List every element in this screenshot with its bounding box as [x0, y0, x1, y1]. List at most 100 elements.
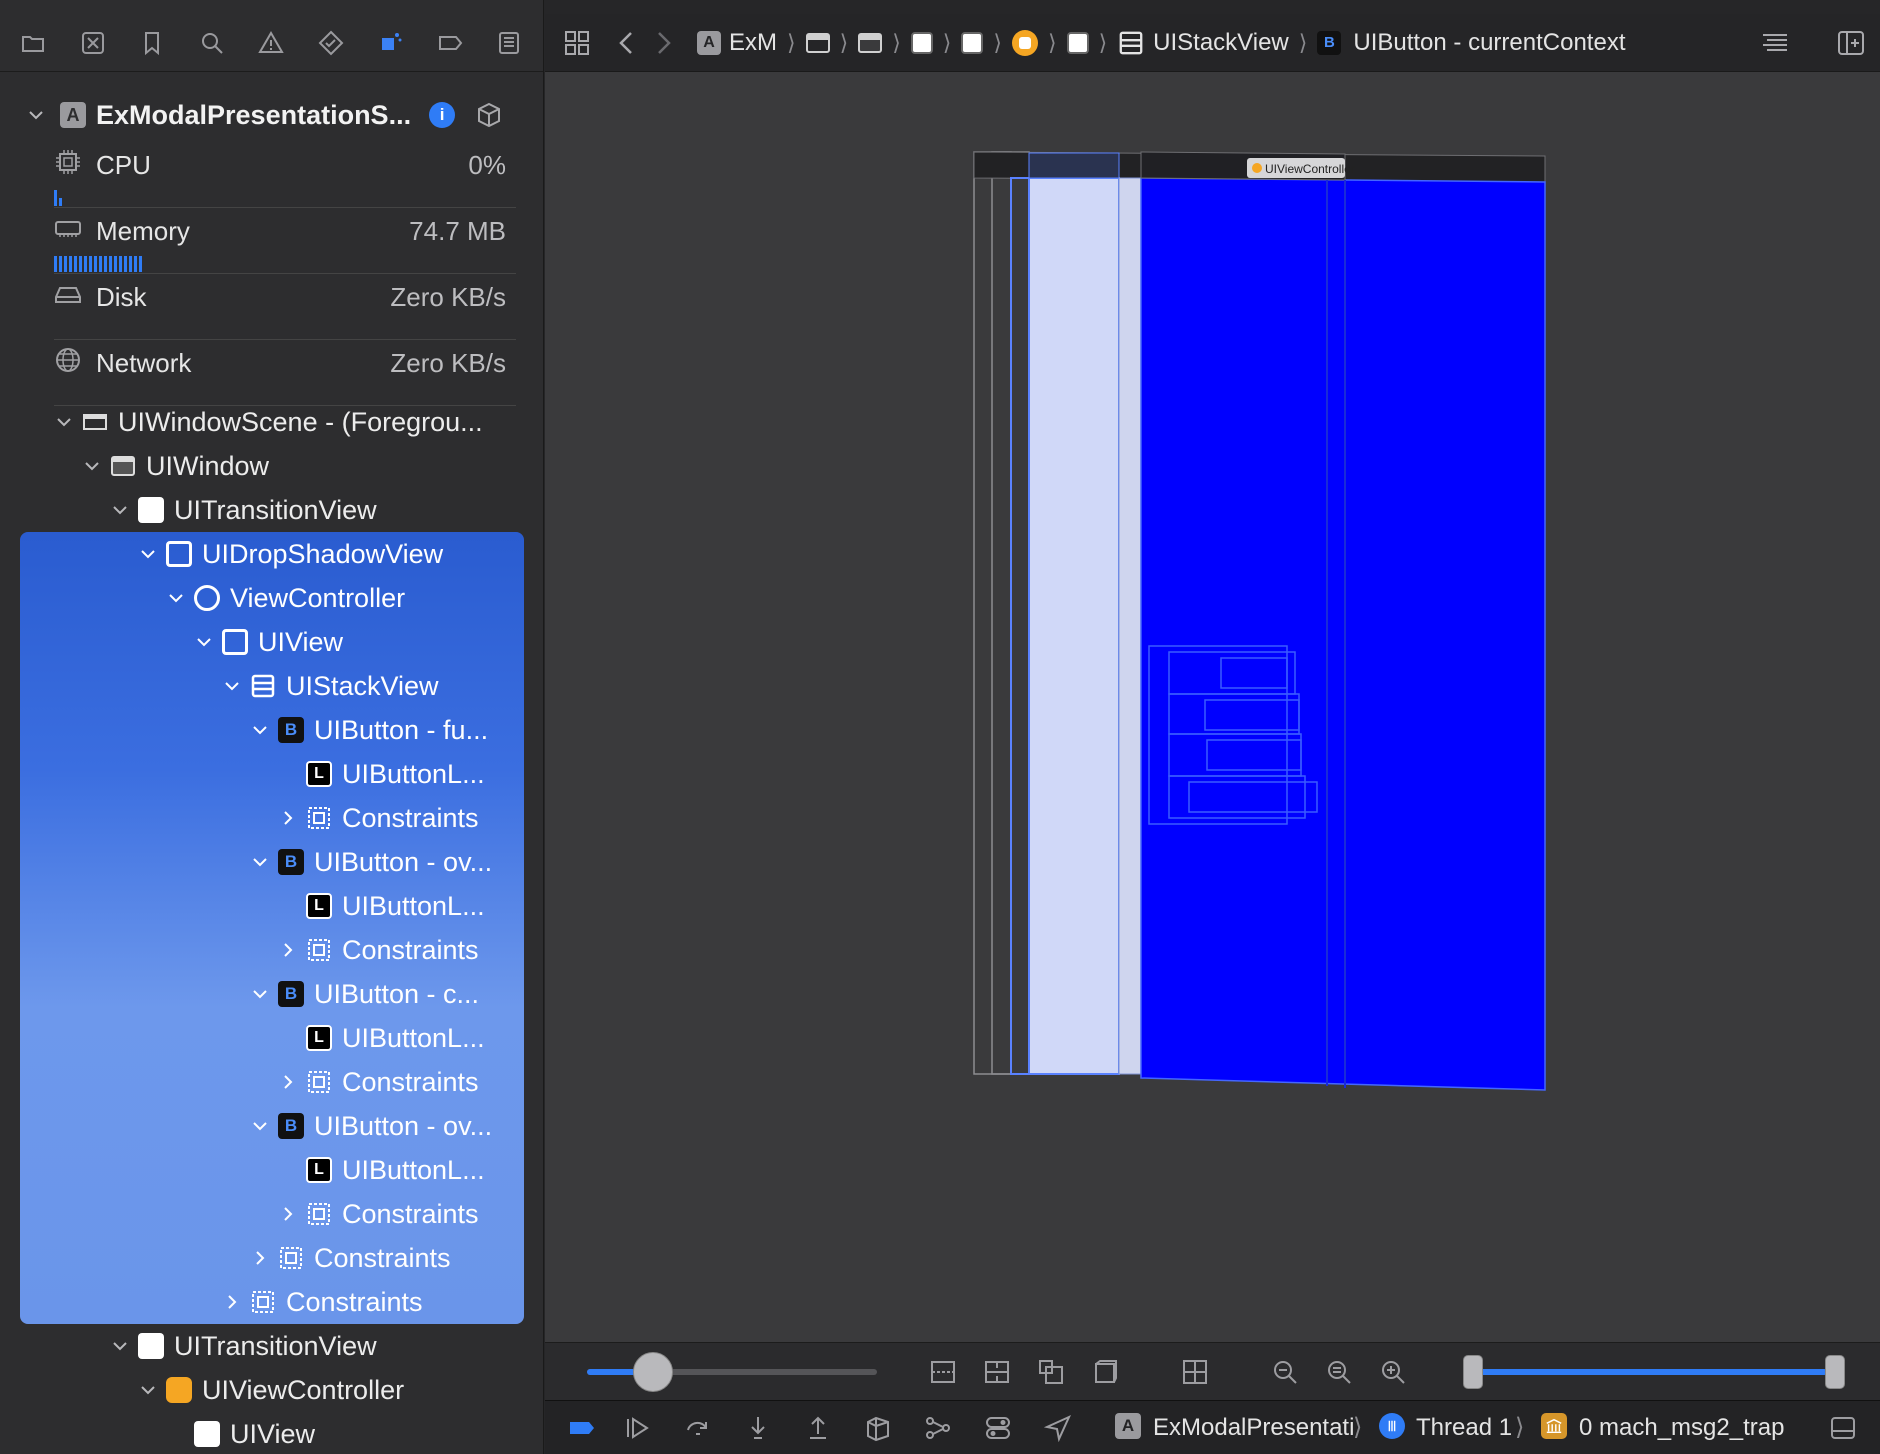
tree-row[interactable]: L UIButtonL...	[278, 884, 485, 928]
chevron-down-icon[interactable]	[222, 676, 242, 696]
chevron-down-icon[interactable]	[250, 852, 270, 872]
chevron-right-icon[interactable]	[278, 940, 298, 960]
perspective-icon[interactable]	[1090, 1357, 1120, 1387]
editor-options-icon[interactable]	[1761, 29, 1789, 57]
folder-icon[interactable]	[18, 28, 48, 58]
chevron-down-icon[interactable]	[82, 456, 102, 476]
add-editor-icon[interactable]	[1837, 29, 1865, 57]
chevron-right-icon[interactable]	[222, 1292, 242, 1312]
view-hierarchy-canvas[interactable]: UIViewController	[545, 72, 1880, 1342]
crumb-drop-shadow-view[interactable]	[961, 31, 984, 54]
chevron-down-icon[interactable]	[250, 984, 270, 1004]
tree-row[interactable]: Constraints	[278, 1060, 479, 1104]
memory-gauge[interactable]: Memory 74.7 MB	[54, 208, 516, 274]
memory-graph-icon[interactable]	[923, 1413, 953, 1443]
tree-row[interactable]: Constraints	[222, 1280, 423, 1324]
back-icon[interactable]	[613, 29, 641, 57]
tree-row[interactable]: B UIButton - c...	[250, 972, 479, 1016]
tree-row[interactable]: UIDropShadowView	[138, 532, 443, 576]
crumb-view-controller[interactable]	[1011, 29, 1038, 56]
forward-icon[interactable]	[649, 29, 677, 57]
chevron-down-icon[interactable]	[138, 1380, 158, 1400]
front-view-icon[interactable]	[1180, 1357, 1210, 1387]
tree-row[interactable]: L UIButtonL...	[278, 752, 485, 796]
continue-icon[interactable]	[623, 1413, 653, 1443]
exploded-view-render[interactable]: UIViewController	[545, 72, 1880, 1342]
range-slider-max-handle[interactable]	[1825, 1355, 1845, 1389]
tree-row[interactable]: UIWindowScene - (Foregrou...	[54, 400, 483, 444]
grid-icon[interactable]	[563, 29, 591, 57]
crumb-scene[interactable]	[805, 32, 830, 53]
tree-row[interactable]: B UIButton - ov...	[250, 1104, 492, 1148]
chevron-down-icon[interactable]	[194, 632, 214, 652]
tree-row[interactable]: UITransitionView	[110, 1324, 377, 1368]
network-gauge[interactable]: Network Zero KB/s	[54, 340, 516, 406]
bookmark-icon[interactable]	[137, 28, 167, 58]
chevron-right-icon[interactable]	[278, 1204, 298, 1224]
tree-row[interactable]: UIView	[166, 1412, 315, 1454]
breakpoints-toggle-icon[interactable]	[567, 1413, 597, 1443]
test-diamond-icon[interactable]	[316, 28, 346, 58]
chevron-down-icon[interactable]	[250, 1116, 270, 1136]
tree-row[interactable]: L UIButtonL...	[278, 1016, 485, 1060]
crumb-transition-view[interactable]	[910, 31, 933, 54]
chevron-down-icon[interactable]	[250, 720, 270, 740]
constraints-toggle-icon[interactable]	[982, 1357, 1012, 1387]
tree-row[interactable]: L UIButtonL...	[278, 1148, 485, 1192]
cpu-gauge[interactable]: CPU 0%	[54, 142, 516, 208]
tree-row[interactable]: UIViewController	[138, 1368, 404, 1412]
spacing-slider-knob[interactable]	[633, 1352, 673, 1392]
chevron-right-icon[interactable]	[278, 1072, 298, 1092]
tree-row[interactable]: Constraints	[278, 1192, 479, 1236]
info-icon[interactable]: i	[429, 102, 456, 128]
clipped-content-icon[interactable]	[928, 1357, 958, 1387]
debug-target[interactable]: ExModalPresentati	[1153, 1414, 1354, 1442]
hide-debug-area-icon[interactable]	[1828, 1413, 1858, 1443]
chevron-down-icon[interactable]	[138, 544, 158, 564]
crumb-button[interactable]: B UIButton - currentContext	[1317, 29, 1625, 57]
tree-row[interactable]: UIView	[194, 620, 343, 664]
tree-row[interactable]: Constraints	[250, 1236, 451, 1280]
view-hierarchy-icon[interactable]	[863, 1413, 893, 1443]
crumb-view[interactable]	[1066, 31, 1089, 54]
tree-row[interactable]: UIWindow	[82, 444, 269, 488]
crumb-stack-view[interactable]: UIStackView	[1117, 29, 1289, 57]
step-out-icon[interactable]	[803, 1413, 833, 1443]
process-row[interactable]: A ExModalPresentationS... i	[0, 92, 543, 138]
tree-row[interactable]: Constraints	[278, 928, 479, 972]
chevron-down-icon[interactable]	[110, 500, 130, 520]
range-slider-min-handle[interactable]	[1463, 1355, 1483, 1389]
warning-icon[interactable]	[256, 28, 286, 58]
tree-row[interactable]: ViewController	[166, 576, 405, 620]
search-icon[interactable]	[197, 28, 227, 58]
tree-row[interactable]: B UIButton - ov...	[250, 840, 492, 884]
zoom-out-icon[interactable]	[1270, 1357, 1300, 1387]
debug-frame[interactable]: 0 mach_msg2_trap	[1579, 1414, 1784, 1442]
chevron-right-icon[interactable]	[278, 808, 298, 828]
tree-row[interactable]: Constraints	[278, 796, 479, 840]
crumb-app[interactable]: A ExM	[697, 29, 777, 57]
chevron-down-icon[interactable]	[54, 412, 74, 432]
breakpoint-icon[interactable]	[435, 28, 465, 58]
step-over-icon[interactable]	[683, 1413, 713, 1443]
source-control-icon[interactable]	[78, 28, 108, 58]
crumb-window[interactable]	[858, 32, 883, 53]
chevron-right-icon[interactable]	[250, 1248, 270, 1268]
step-into-icon[interactable]	[743, 1413, 773, 1443]
chevron-down-icon[interactable]	[26, 105, 46, 125]
zoom-reset-icon[interactable]	[1324, 1357, 1354, 1387]
chevron-down-icon[interactable]	[166, 588, 186, 608]
tree-row[interactable]: B UIButton - fu...	[250, 708, 488, 752]
debug-thread[interactable]: Thread 1	[1416, 1414, 1512, 1442]
debug-navigator-icon[interactable]	[375, 28, 405, 58]
report-icon[interactable]	[494, 28, 524, 58]
chevron-down-icon[interactable]	[110, 1336, 130, 1356]
environment-overrides-icon[interactable]	[983, 1413, 1013, 1443]
tree-row[interactable]: UITransitionView	[110, 488, 377, 532]
cube-icon[interactable]	[475, 101, 503, 129]
layers-icon[interactable]	[1036, 1357, 1066, 1387]
simulate-location-icon[interactable]	[1043, 1413, 1073, 1443]
disk-gauge[interactable]: Disk Zero KB/s	[54, 274, 516, 340]
tree-row[interactable]: UIStackView	[222, 664, 439, 708]
zoom-in-icon[interactable]	[1378, 1357, 1408, 1387]
